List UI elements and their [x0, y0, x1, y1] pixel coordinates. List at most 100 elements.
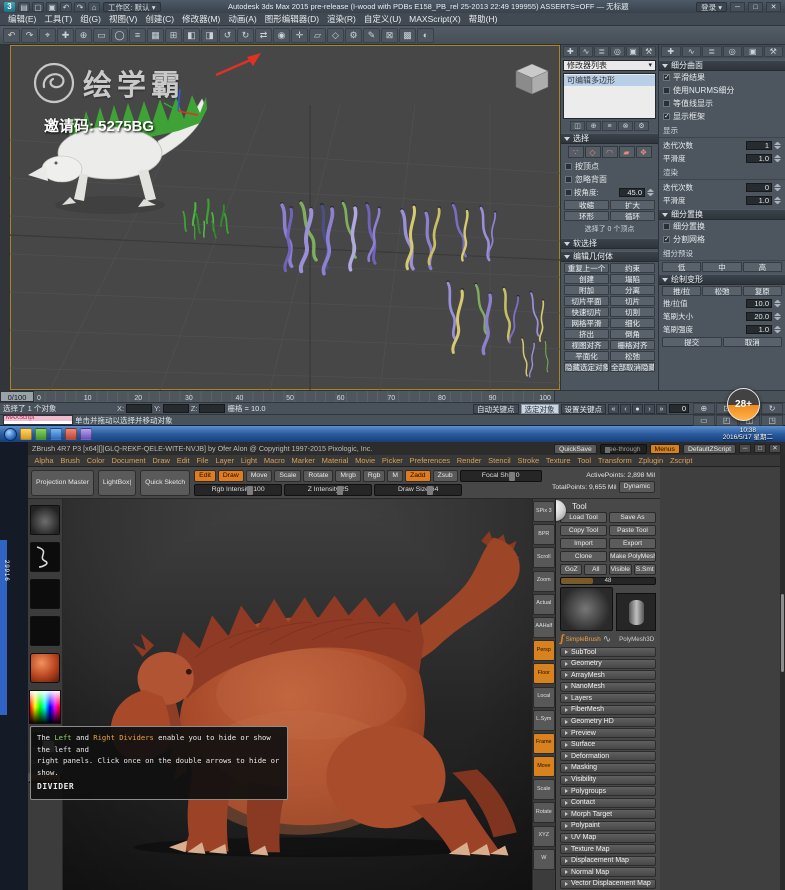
edit-geometry-button[interactable]: 切片	[610, 296, 655, 306]
edit-geometry-button[interactable]: 全部取消隐藏	[610, 362, 655, 372]
shelf-slider[interactable]: Z Intensity 25	[284, 483, 373, 496]
autokey-button[interactable]: 自动关键点	[473, 403, 519, 414]
edit-geometry-button[interactable]: 隐藏选定对象	[564, 362, 609, 372]
menu-item[interactable]: 工具(T)	[40, 13, 76, 25]
tool-subpalette-header[interactable]: Geometry	[559, 658, 657, 669]
zbrush-menu-item[interactable]: Macro	[261, 456, 289, 465]
command-panel-tab[interactable]: ✚	[563, 46, 578, 57]
toolbar-icon[interactable]: ⊠	[381, 27, 398, 43]
texture-thumbnail[interactable]	[30, 616, 60, 646]
tool-subpalette-header[interactable]: Preview	[559, 728, 657, 739]
viewport-nav-button[interactable]: ◳	[761, 415, 783, 426]
toolbar-icon[interactable]: ▭	[93, 27, 110, 43]
tool-subpalette-header[interactable]: Vector Displacement Map	[559, 878, 657, 889]
focal-shift-slider[interactable]: Focal Shift 0	[459, 469, 542, 482]
edit-geometry-button[interactable]: 平面化	[564, 351, 609, 361]
material-thumbnail[interactable]	[30, 653, 60, 683]
tool-subpalette-header[interactable]: Displacement Map	[559, 855, 657, 866]
viewport-nav-button[interactable]: ▭	[693, 415, 715, 426]
subobject-icon[interactable]: ◠	[601, 146, 618, 158]
zbrush-menu-item[interactable]: Movie	[352, 456, 379, 465]
transport-button[interactable]: ●	[632, 403, 643, 414]
menu-item[interactable]: 视图(V)	[105, 13, 141, 25]
toolbar-icon[interactable]: ▦	[147, 27, 164, 43]
spinner[interactable]	[774, 325, 781, 334]
spinner[interactable]	[774, 299, 781, 308]
right-shelf-button[interactable]: Scale	[532, 779, 555, 801]
rollout-selection[interactable]: 选择	[561, 133, 658, 144]
toolbar-icon[interactable]: ◐	[417, 27, 434, 43]
menu-item[interactable]: 编辑(E)	[4, 13, 40, 25]
menus-toggle[interactable]: Menus	[649, 443, 680, 454]
taskbar-app-icon[interactable]	[35, 428, 47, 440]
signin-menu[interactable]: 登录 ▾	[696, 1, 727, 12]
perspective-viewport[interactable]: 绘学霸 邀请码: 5275BG	[10, 45, 560, 390]
transport-button[interactable]: ‹	[620, 403, 631, 414]
modifier-list-dropdown[interactable]: 修改器列表 ▾	[563, 60, 656, 71]
maximize-button[interactable]: □	[748, 1, 763, 12]
tool-subpalette-header[interactable]: Polypaint	[559, 820, 657, 831]
tool-subpalette-header[interactable]: Geometry HD	[559, 716, 657, 727]
right-shelf-button[interactable]: Frame	[532, 732, 555, 754]
right-shelf-button[interactable]: Floor	[532, 663, 555, 685]
checkbox[interactable]	[663, 87, 670, 94]
zbrush-menu-item[interactable]: Draw	[149, 456, 173, 465]
transport-button[interactable]: ›	[644, 403, 655, 414]
check-row[interactable]: 平滑结果	[659, 71, 785, 84]
toolbar-icon[interactable]: ✛	[291, 27, 308, 43]
tool-palette-button[interactable]: Export	[609, 538, 657, 549]
right-shelf-button[interactable]: Actual	[532, 593, 555, 615]
edit-geometry-button[interactable]: 栅格对齐	[610, 340, 655, 350]
stack-tool-icon[interactable]: ≡	[602, 121, 617, 131]
toolbar-icon[interactable]: ⌖	[39, 27, 56, 43]
zbrush-menu-item[interactable]: Tool	[574, 456, 595, 465]
checkbox[interactable]	[663, 236, 670, 243]
zbrush-menu-item[interactable]: Texture	[543, 456, 574, 465]
tool-palette-button[interactable]: Make PolyMesh3D	[609, 551, 657, 562]
paint-deform-button[interactable]: 松弛	[702, 286, 742, 296]
taskbar-app-icon[interactable]	[80, 428, 92, 440]
toolbar-icon[interactable]: ⇄	[255, 27, 272, 43]
zbrush-menu-item[interactable]: Document	[108, 456, 149, 465]
minimize-button[interactable]: ─	[739, 444, 751, 453]
edit-geometry-button[interactable]: 松弛	[610, 351, 655, 361]
paint-mode-button[interactable]: M	[387, 469, 404, 482]
command-panel-tab[interactable]: ⚒	[641, 46, 657, 57]
maximize-button[interactable]: □	[754, 444, 766, 453]
panel-tab[interactable]: ✚	[661, 46, 681, 57]
menu-item[interactable]: 修改器(M)	[178, 13, 224, 25]
toolbar-icon[interactable]: ◧	[183, 27, 200, 43]
stroke-thumbnail[interactable]	[30, 542, 60, 572]
spinner[interactable]	[774, 141, 781, 150]
zbrush-canvas[interactable]	[63, 499, 532, 890]
color-picker[interactable]	[29, 690, 61, 724]
3dsmax-app-icon[interactable]: 3	[4, 1, 15, 12]
panel-tab[interactable]: ≣	[702, 46, 722, 57]
quicksave-button[interactable]: QuickSave	[553, 443, 597, 454]
tool-subpalette-header[interactable]: Normal Map	[559, 867, 657, 878]
spinner[interactable]	[774, 154, 781, 163]
paint-deform-button[interactable]: 推/拉	[662, 286, 702, 296]
tool-subpalette-header[interactable]: Visibility	[559, 774, 657, 785]
value-field[interactable]: 1.0	[746, 325, 772, 334]
workspace-dropdown[interactable]: 工作区: 默认 ▾	[103, 1, 161, 12]
tool-palette-button[interactable]: Paste Tool	[609, 525, 657, 536]
default-zscript-button[interactable]: DefaultZScript	[682, 443, 736, 454]
timeline-ruler[interactable]: 0 10 20 30 40 50 60 70 80 90 100	[34, 391, 554, 402]
value-field[interactable]: 0	[746, 183, 772, 192]
right-shelf-button[interactable]: Persp	[532, 640, 555, 662]
current-frame-field[interactable]: 0	[669, 404, 689, 413]
toolbar-icon[interactable]: ◨	[201, 27, 218, 43]
zbrush-menu-item[interactable]: Zscript	[667, 456, 696, 465]
toolbar-icon[interactable]: ▩	[399, 27, 416, 43]
rollout-paint-deformation[interactable]: 绘制变形	[659, 274, 785, 285]
checkbox[interactable]	[663, 113, 670, 120]
toolbar-icon[interactable]: ✎	[363, 27, 380, 43]
tool-palette-button[interactable]: GoZ	[559, 564, 583, 575]
paint-mode-button[interactable]: Rgb	[362, 469, 386, 482]
setkey-button[interactable]: 设置关键点	[560, 403, 606, 414]
mode-button[interactable]: Move	[245, 469, 273, 482]
grass-tuft[interactable]	[182, 198, 229, 240]
tool-palette-slider[interactable]: 48	[559, 577, 657, 585]
tool-palette-header[interactable]: Tool	[560, 501, 656, 512]
